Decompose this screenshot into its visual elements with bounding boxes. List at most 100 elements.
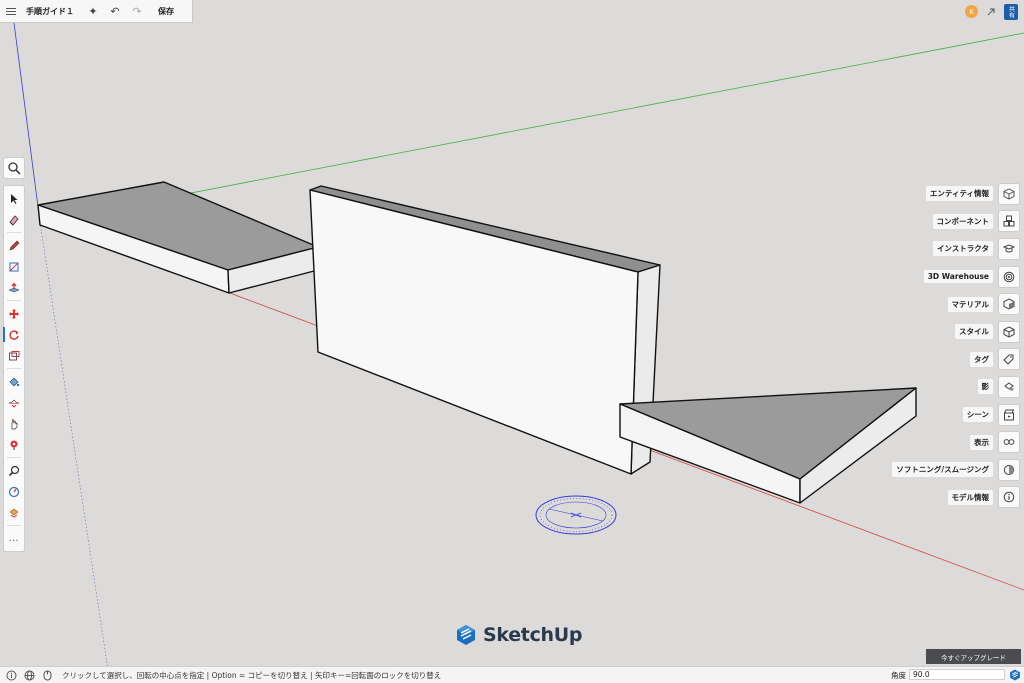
panel-label: スタイル xyxy=(955,324,993,340)
left-slab[interactable] xyxy=(37,181,319,294)
orbit-tool[interactable] xyxy=(4,434,24,455)
panel-label: モデル情報 xyxy=(947,489,993,505)
panel-label: エンティティ情報 xyxy=(925,186,993,202)
pencil-icon xyxy=(9,240,20,250)
vertical-wall[interactable] xyxy=(309,185,661,475)
compass-icon xyxy=(8,486,20,497)
share-label: 共有 xyxy=(1007,5,1015,18)
section-plane-tool[interactable] xyxy=(4,502,24,523)
info-icon[interactable] xyxy=(2,670,20,681)
panel-item-components[interactable]: コンポーネント xyxy=(892,208,1020,236)
panel-label: ソフトニング/スムージング xyxy=(892,462,993,478)
hand-icon xyxy=(11,418,18,429)
logo-text: SketchUp xyxy=(483,624,583,646)
panel-item-instructor[interactable]: インストラクタ xyxy=(892,235,1020,263)
components-icon[interactable] xyxy=(998,210,1020,233)
entity-info-icon[interactable] xyxy=(998,182,1020,205)
more-tools-button[interactable]: … xyxy=(4,528,24,549)
panel-item-model-info[interactable]: モデル情報 xyxy=(892,484,1020,512)
walk-tool[interactable] xyxy=(4,481,24,502)
search-tool-button[interactable] xyxy=(3,157,25,179)
sketchup-logo-icon xyxy=(457,625,475,645)
select-tool[interactable] xyxy=(4,188,24,209)
push-pull-tool[interactable] xyxy=(4,277,24,298)
left-tool-palette: … xyxy=(3,185,25,552)
panel-item-entity-info[interactable]: エンティティ情報 xyxy=(892,180,1020,208)
display-icon[interactable] xyxy=(998,431,1020,454)
warehouse-icon[interactable] xyxy=(998,265,1020,288)
redo-icon[interactable]: ↷ xyxy=(126,0,148,23)
blue-axis-dotted xyxy=(39,221,111,683)
rotate-protractor-cursor xyxy=(535,495,617,535)
scale-tool[interactable] xyxy=(4,345,24,366)
panel-item-tags[interactable]: タグ xyxy=(892,346,1020,374)
panel-label: タグ xyxy=(970,351,993,367)
eraser-icon xyxy=(9,214,19,226)
right-panel: エンティティ情報 コンポーネント インストラクタ 3D Warehouse マテ… xyxy=(892,180,1020,511)
shape-tool[interactable] xyxy=(4,256,24,277)
panel-label: シーン xyxy=(962,407,993,423)
panel-label: インストラクタ xyxy=(932,241,993,257)
arrow-cursor-icon xyxy=(11,193,18,204)
follow-me-icon xyxy=(9,399,19,408)
document-title[interactable]: 手順ガイド１ xyxy=(22,0,82,23)
paint-bucket-icon xyxy=(9,377,20,386)
panel-item-soften-smooth[interactable]: ソフトニング/スムージング xyxy=(892,456,1020,484)
angle-input[interactable]: 90.0 xyxy=(909,669,1005,680)
pencil-tool[interactable] xyxy=(4,235,24,256)
user-avatar[interactable]: K xyxy=(965,5,978,18)
pin-icon xyxy=(10,440,18,450)
panel-item-3d-warehouse[interactable]: 3D Warehouse xyxy=(892,263,1020,291)
magic-sparkle-icon[interactable]: ✦ xyxy=(82,0,104,23)
panel-item-display[interactable]: 表示 xyxy=(892,428,1020,456)
share-button[interactable]: 共有 xyxy=(1004,3,1018,20)
shadows-icon[interactable] xyxy=(998,375,1020,398)
eraser-tool[interactable] xyxy=(4,209,24,230)
search-icon xyxy=(8,162,21,175)
follow-me-tool[interactable] xyxy=(4,392,24,413)
model-viewport[interactable] xyxy=(0,0,1024,683)
tags-icon[interactable] xyxy=(998,348,1020,371)
panel-label: マテリアル xyxy=(947,296,993,312)
section-icon xyxy=(9,508,19,518)
scenes-icon[interactable] xyxy=(998,403,1020,426)
status-bar: クリックして選択し、回転の中心点を指定 | Option = コピーを切り替え … xyxy=(0,666,1024,683)
panel-label: 3D Warehouse xyxy=(923,270,993,284)
panel-item-materials[interactable]: マテリアル xyxy=(892,290,1020,318)
panel-label: コンポーネント xyxy=(932,213,993,229)
zoom-tool[interactable] xyxy=(4,460,24,481)
soften-smooth-icon[interactable] xyxy=(998,458,1020,481)
sketchup-small-logo-icon xyxy=(1009,669,1021,683)
rotate-tool[interactable] xyxy=(3,324,24,345)
sketchup-logo: SketchUp xyxy=(455,624,583,646)
tape-measure-tool[interactable] xyxy=(4,413,24,434)
panel-label: 表示 xyxy=(970,434,993,450)
magnifier-icon xyxy=(8,465,20,476)
instructor-icon[interactable] xyxy=(998,237,1020,260)
mouse-icon[interactable] xyxy=(38,670,56,681)
styles-icon[interactable] xyxy=(998,320,1020,343)
materials-icon[interactable] xyxy=(998,293,1020,316)
angle-label: 角度 xyxy=(891,671,906,680)
rotate-icon xyxy=(9,329,19,340)
undo-icon[interactable]: ↶ xyxy=(104,0,126,23)
paint-bucket-tool[interactable] xyxy=(4,371,24,392)
move-icon xyxy=(9,308,19,319)
top-toolbar: 手順ガイド１ ✦ ↶ ↷ 保存 xyxy=(0,0,193,23)
triangular-slab[interactable] xyxy=(619,387,917,504)
hamburger-menu-icon[interactable] xyxy=(0,0,22,23)
panel-item-shadows[interactable]: 影 xyxy=(892,373,1020,401)
panel-item-scenes[interactable]: シーン xyxy=(892,401,1020,429)
scale-icon xyxy=(9,350,20,360)
rectangle-icon xyxy=(9,262,19,271)
move-tool[interactable] xyxy=(4,303,24,324)
panel-label: 影 xyxy=(977,379,993,395)
push-pull-icon xyxy=(8,281,20,292)
panel-item-styles[interactable]: スタイル xyxy=(892,318,1020,346)
save-button[interactable]: 保存 xyxy=(148,0,184,23)
account-area: K 共有 xyxy=(965,0,1024,23)
collaborate-icon[interactable] xyxy=(984,5,998,19)
globe-icon[interactable] xyxy=(20,670,38,681)
model-info-icon[interactable] xyxy=(998,486,1020,509)
upgrade-button[interactable]: 今すぐアップグレード xyxy=(926,649,1021,664)
